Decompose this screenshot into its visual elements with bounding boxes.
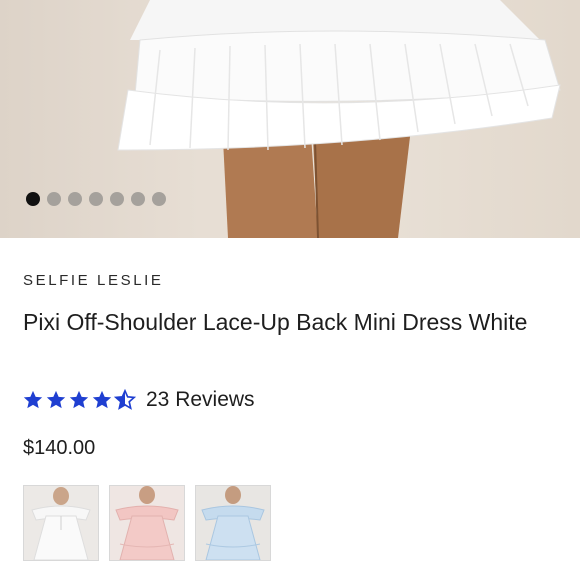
reviews-link[interactable]: 23 Reviews (146, 388, 255, 412)
product-title: Pixi Off-Shoulder Lace-Up Back Mini Dres… (23, 309, 528, 335)
dress-ruffle-1 (134, 30, 561, 102)
star-full-icon (92, 390, 112, 409)
product-hero-image[interactable] (0, 0, 580, 238)
variant-thumb-blue[interactable] (195, 485, 271, 561)
star-full-icon (46, 390, 66, 409)
gallery-pagination (26, 192, 166, 206)
star-full-icon (69, 390, 89, 409)
gallery-dot[interactable] (110, 192, 124, 206)
star-rating (22, 389, 136, 411)
gallery-dot[interactable] (89, 192, 103, 206)
gallery-dot[interactable] (68, 192, 82, 206)
star-full-icon (23, 390, 43, 409)
brand-name[interactable]: SELFIE LESLIE (23, 272, 164, 289)
gallery-dot[interactable] (26, 192, 40, 206)
dress-blue-thumb-icon (196, 486, 270, 560)
variant-thumb-white[interactable] (23, 485, 99, 561)
variant-thumbnails (23, 485, 271, 561)
gallery-dot[interactable] (152, 192, 166, 206)
star-half-icon (114, 389, 136, 410)
dress-white-thumb-icon (24, 486, 98, 560)
dress-pink-thumb-icon (110, 486, 184, 560)
rating-row[interactable]: 23 Reviews (22, 388, 255, 412)
variant-thumb-pink[interactable] (109, 485, 185, 561)
gallery-dot[interactable] (131, 192, 145, 206)
product-price: $140.00 (23, 437, 96, 459)
gallery-dot[interactable] (47, 192, 61, 206)
